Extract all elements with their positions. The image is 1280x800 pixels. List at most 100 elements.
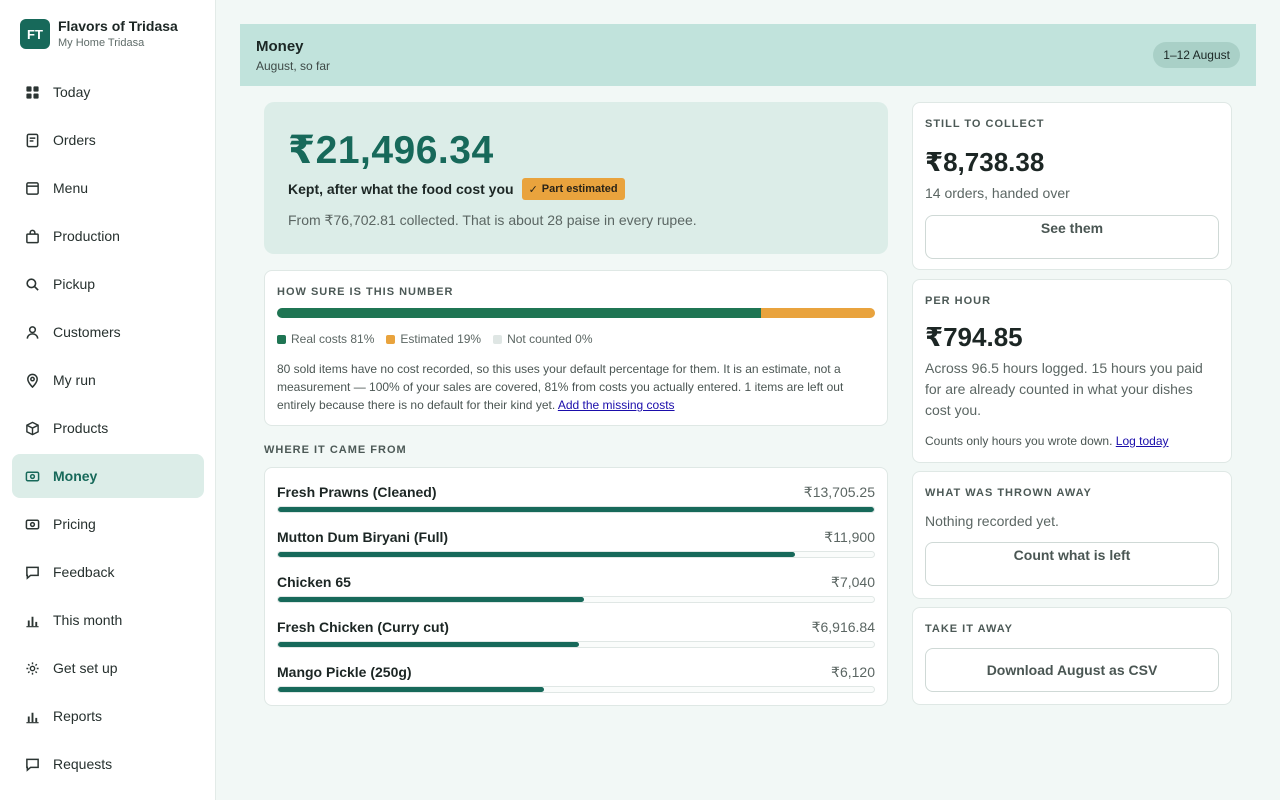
item-name: Mango Pickle (250g) [277,664,412,680]
sidebar-item-products[interactable]: Products [12,406,204,450]
item-value: ₹6,120 [831,664,875,680]
brand-logo: FT [20,19,50,49]
item-bar-fill [278,687,545,692]
sidebar-item-production[interactable]: Production [12,214,204,258]
sidebar-nav: Today Orders Menu Production Pickup Customers… [12,70,204,790]
legend-not-counted-label: Not counted 0% [507,332,593,346]
sidebar-item-pickup[interactable]: Pickup [12,262,204,306]
profit-amount: ₹21,496.34 [288,129,494,172]
legend-real-label: Real costs 81% [291,332,375,346]
sidebar-item-customers[interactable]: Customers [12,310,204,354]
item-name: Chicken 65 [277,574,351,590]
thrown-away-card: What was thrown away Nothing recorded ye… [912,471,1232,599]
sidebar-item-today[interactable]: Today [12,70,204,114]
count-what-is-left-button[interactable]: Count what is left [925,542,1219,586]
certainty-explanation: 80 sold items have no cost recorded, so … [277,360,872,414]
still-to-collect-amount: ₹8,738.38 [925,147,1045,177]
chat-icon [25,757,40,772]
sidebar-item-menu[interactable]: Menu [12,166,204,210]
list-item: Fresh Chicken (Curry cut) ₹6,916.84 [277,619,875,659]
bag-icon [25,229,40,244]
date-range-badge[interactable]: 1–12 August [1153,42,1240,68]
thrown-away-title: What was thrown away [925,487,1092,499]
list-item: Mango Pickle (250g) ₹6,120 [277,664,875,704]
see-them-button[interactable]: See them [925,215,1219,259]
brand-subtitle: My Home Tridasa [58,37,145,49]
bar-chart-icon [25,613,40,628]
sidebar-item-label: My run [53,372,96,388]
item-bar-track [277,686,875,693]
where-it-came-from-title: Where it came from [264,444,407,456]
sidebar-item-label: Menu [53,180,89,196]
sidebar-item-this-month[interactable]: This month [12,598,204,642]
bar-chart-icon [25,709,40,724]
certainty-bar-real-segment [277,308,762,318]
sidebar-item-money[interactable]: Money [12,454,204,498]
profit-hero-card: ₹21,496.34 Kept, after what the food cos… [264,102,888,254]
sidebar-item-requests[interactable]: Requests [12,742,204,786]
add-missing-costs-link[interactable]: Add the missing costs [558,398,675,412]
export-card: Take it away Download August as CSV [912,607,1232,705]
search-icon [25,277,40,292]
item-bar-fill [278,507,874,512]
check-icon: ✓ [528,183,538,196]
profit-note: From ₹76,702.81 collected. That is about… [288,212,697,228]
money-icon [25,469,40,484]
menu-card-icon [25,181,40,196]
thrown-away-note: Nothing recorded yet. [925,513,1059,529]
part-estimated-label: Part estimated [541,183,618,195]
sidebar-item-label: Feedback [53,564,115,580]
certainty-card: How sure is this number Real costs 81% E… [264,270,888,426]
item-name: Fresh Prawns (Cleaned) [277,484,437,500]
sidebar-item-my-run[interactable]: My run [12,358,204,402]
item-bar-fill [278,597,585,602]
certainty-legend: Real costs 81% Estimated 19% Not counted… [277,332,604,346]
revenue-breakdown-card: Fresh Prawns (Cleaned) ₹13,705.25 Mutton D… [264,467,888,706]
sidebar-item-label: Today [53,84,91,100]
list-item: Fresh Prawns (Cleaned) ₹13,705.25 [277,484,875,524]
grid-icon [25,85,40,100]
sidebar: FT Flavors of Tridasa My Home Tridasa To… [0,0,216,800]
sidebar-item-orders[interactable]: Orders [12,118,204,162]
item-value: ₹6,916.84 [811,619,875,635]
still-to-collect-title: Still to collect [925,118,1045,130]
item-bar-track [277,596,875,603]
certainty-bar [277,308,875,318]
per-hour-title: Per hour [925,295,992,307]
item-value: ₹13,705.25 [803,484,875,500]
brand[interactable]: FT Flavors of Tridasa My Home Tridasa [20,18,178,50]
legend-estimated-label: Estimated 19% [400,332,482,346]
still-to-collect-card: Still to collect ₹8,738.38 14 orders, ha… [912,102,1232,270]
certainty-title: How sure is this number [277,286,454,298]
item-value: ₹11,900 [824,529,875,545]
sidebar-item-label: Requests [53,756,113,772]
brand-text: Flavors of Tridasa My Home Tridasa [58,18,178,50]
download-csv-button[interactable]: Download August as CSV [925,648,1219,692]
sidebar-item-label: Orders [53,132,96,148]
log-today-link[interactable]: Log today [1116,434,1169,448]
legend-real-swatch [277,334,286,344]
profit-label-row: Kept, after what the food cost you ✓ Par… [288,178,625,200]
per-hour-amount: ₹794.85 [925,322,1023,352]
legend-estimated: Estimated 19% [386,332,481,346]
user-icon [25,325,40,340]
sidebar-item-feedback[interactable]: Feedback [12,550,204,594]
sidebar-item-label: Get set up [53,660,118,676]
per-hour-footnote: Counts only hours you wrote down. Log to… [925,434,1169,448]
page-subtitle: August, so far [256,59,331,73]
sidebar-item-label: This month [53,612,123,628]
chat-icon [25,565,40,580]
item-bar-track [277,506,875,513]
item-name: Mutton Dum Biryani (Full) [277,529,449,545]
map-pin-icon [25,373,40,388]
page-header: Money August, so far 1–12 August [240,24,1256,86]
sidebar-item-reports[interactable]: Reports [12,694,204,738]
sidebar-item-get-set-up[interactable]: Get set up [12,646,204,690]
sidebar-item-label: Pickup [53,276,96,292]
sidebar-item-label: Money [53,468,98,484]
sidebar-item-pricing[interactable]: Pricing [12,502,204,546]
sidebar-item-label: Pricing [53,516,96,532]
receipt-icon [25,133,40,148]
still-to-collect-note: 14 orders, handed over [925,185,1070,201]
sidebar-item-label: Customers [53,324,121,340]
